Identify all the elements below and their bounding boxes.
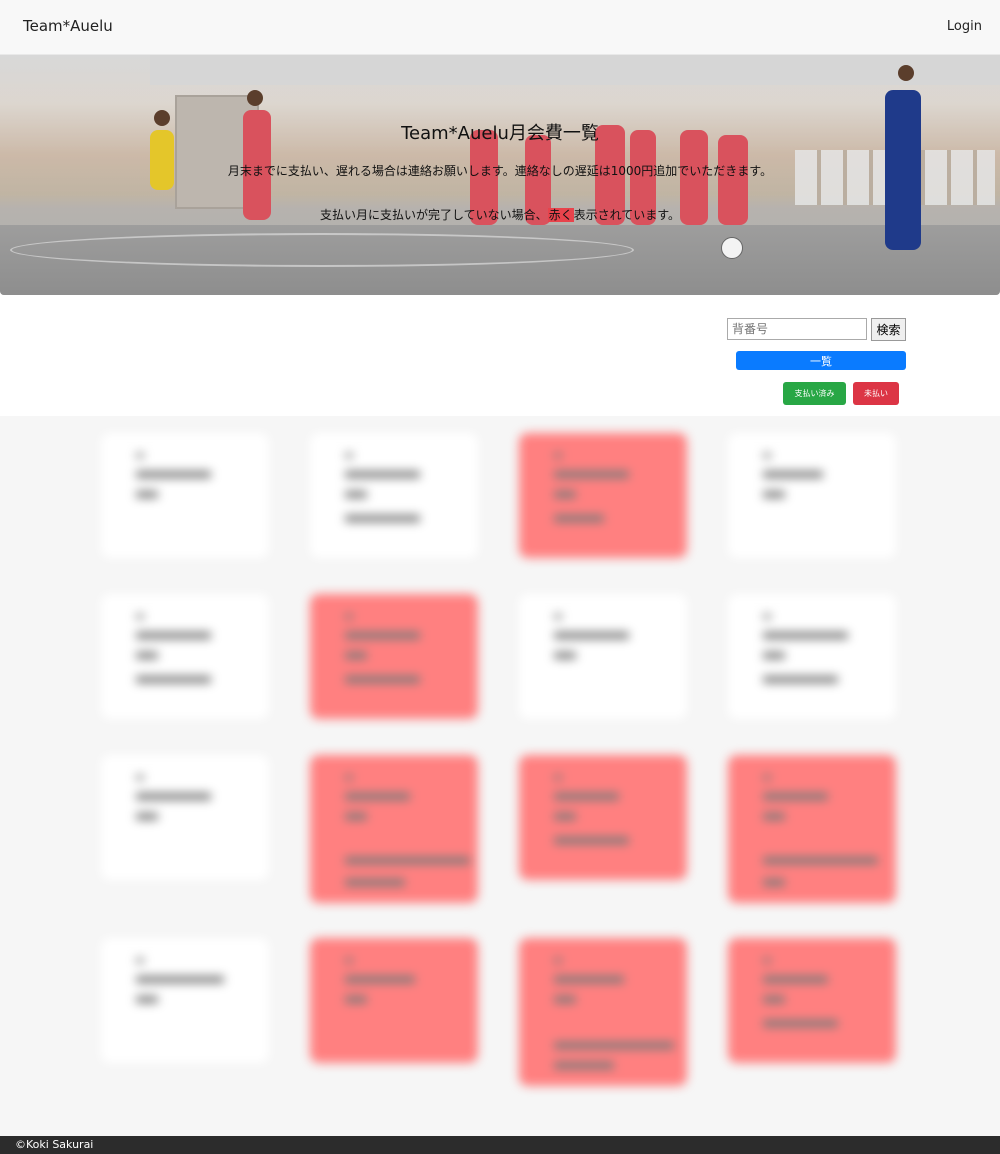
navbar: Team*Auelu Login — [0, 0, 1000, 55]
brand-link[interactable]: Team*Auelu — [23, 17, 113, 35]
member-card[interactable] — [101, 755, 269, 880]
member-card[interactable] — [310, 594, 478, 719]
member-card[interactable] — [101, 433, 269, 558]
member-card-grid — [0, 416, 1000, 1136]
hero-photo-wall — [150, 55, 1000, 85]
hero-photo-court-line — [10, 233, 634, 267]
jersey-number-search-input[interactable] — [727, 318, 867, 340]
member-card[interactable] — [310, 755, 478, 903]
player-head — [898, 65, 914, 81]
red-highlight: 赤く — [547, 208, 574, 222]
member-card[interactable] — [519, 433, 687, 558]
red-status-notice: 支払い月に支払いが完了していない場合、赤く表示されています。 — [0, 206, 1000, 223]
footer: ©Koki Sakurai — [0, 1136, 1000, 1154]
list-all-button[interactable]: 一覧 — [736, 351, 906, 370]
member-card[interactable] — [519, 938, 687, 1086]
unpaid-filter-button[interactable]: 未払い — [853, 382, 899, 405]
member-card[interactable] — [519, 755, 687, 880]
login-link[interactable]: Login — [947, 19, 982, 34]
copyright-text: ©Koki Sakurai — [15, 1138, 94, 1151]
member-card[interactable] — [519, 594, 687, 719]
member-card[interactable] — [728, 433, 896, 558]
member-card[interactable] — [101, 938, 269, 1063]
member-card[interactable] — [728, 938, 896, 1063]
red-notice-text-before: 支払い月に支払いが完了していない場合、 — [319, 208, 548, 222]
red-notice-text-after: 表示されています。 — [573, 208, 681, 222]
hero-banner: Team*Auelu月会費一覧 月末までに支払い、遅れる場合は連絡お願いします。… — [0, 55, 1000, 295]
paid-filter-button[interactable]: 支払い済み — [783, 382, 846, 405]
player-head — [247, 90, 263, 106]
member-card[interactable] — [310, 938, 478, 1063]
member-card[interactable] — [728, 755, 896, 903]
member-card[interactable] — [728, 594, 896, 719]
search-button[interactable]: 検索 — [871, 318, 906, 341]
payment-notice: 月末までに支払い、遅れる場合は連絡お願いします。連絡なしの遅延は1000円追加で… — [227, 164, 773, 178]
football-ball — [721, 237, 743, 259]
page-title: Team*Auelu月会費一覧 — [401, 123, 599, 144]
member-card[interactable] — [101, 594, 269, 719]
member-card[interactable] — [310, 433, 478, 558]
